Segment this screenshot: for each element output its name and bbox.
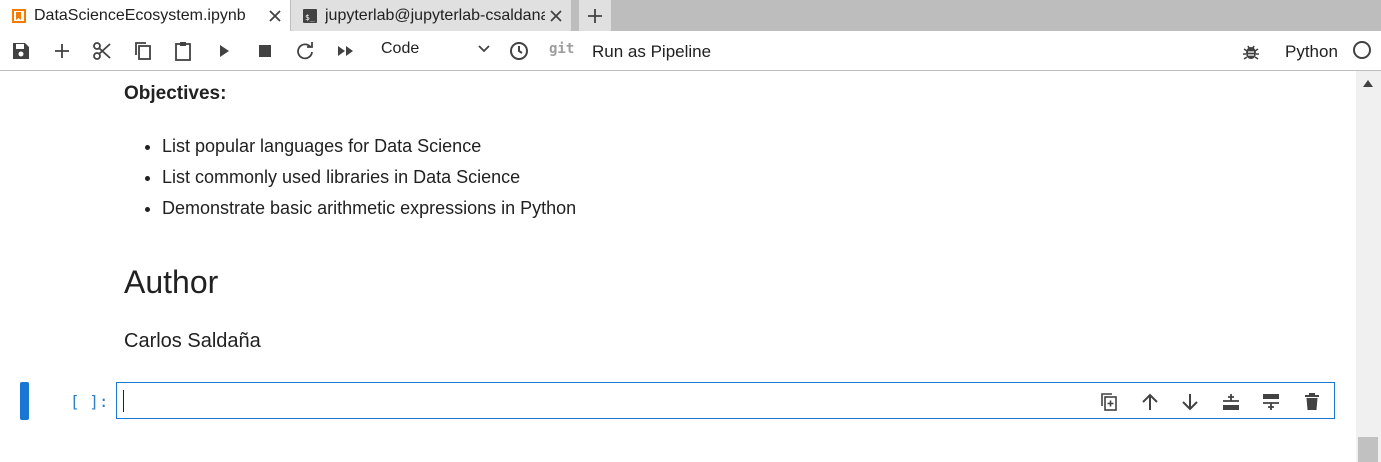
trash-icon <box>1305 393 1319 410</box>
author-heading: Author <box>124 264 219 300</box>
save-icon <box>13 43 29 59</box>
list-item: List commonly used libraries in Data Sci… <box>162 162 576 193</box>
scissors-icon <box>93 42 111 60</box>
close-icon[interactable] <box>547 7 565 25</box>
duplicate-cell-button[interactable] <box>1097 390 1121 414</box>
restart-button[interactable] <box>293 39 317 63</box>
notebook-toolbar: Code git Run as Pipeline Python <box>0 31 1381 71</box>
add-tab-button[interactable] <box>579 0 611 31</box>
notebook-icon <box>12 8 26 23</box>
arrow-up-icon <box>1142 393 1158 410</box>
move-down-button[interactable] <box>1178 390 1202 414</box>
objectives-list: List popular languages for Data Science … <box>124 131 576 224</box>
kernel-status-icon <box>1353 41 1371 59</box>
debugger-icon[interactable] <box>1242 43 1260 61</box>
cell-type-value: Code <box>381 40 420 57</box>
history-button[interactable] <box>507 39 531 63</box>
list-item: List popular languages for Data Science <box>162 131 576 162</box>
cell-prompt: [ ]: <box>70 392 109 411</box>
code-cell[interactable]: [ ]: <box>0 382 1356 422</box>
fast-forward-icon <box>338 46 353 56</box>
tab-notebook[interactable]: DataScienceEcosystem.ipynb <box>0 0 290 31</box>
restart-run-all-button[interactable] <box>334 39 358 63</box>
objectives-heading: Objectives: <box>124 83 227 104</box>
close-icon[interactable] <box>266 7 284 25</box>
delete-cell-button[interactable] <box>1300 390 1324 414</box>
cut-button[interactable] <box>90 39 114 63</box>
tab-terminal[interactable]: $_ jupyterlab@jupyterlab-csaldana <box>291 0 571 31</box>
copy-button[interactable] <box>131 39 155 63</box>
chevron-down-icon <box>477 42 491 56</box>
arrow-down-icon <box>1182 394 1198 411</box>
insert-below-icon <box>1263 394 1279 410</box>
clock-icon <box>510 42 528 60</box>
duplicate-icon <box>1101 393 1117 411</box>
insert-below-button[interactable] <box>1259 390 1283 414</box>
run-button[interactable] <box>212 39 236 63</box>
scrollbar-thumb[interactable] <box>1358 437 1378 462</box>
paste-button[interactable] <box>171 39 195 63</box>
tab-label: jupyterlab@jupyterlab-csaldana <box>325 6 545 24</box>
insert-above-icon <box>1223 394 1239 410</box>
plus-icon <box>588 8 602 23</box>
copy-icon <box>135 42 151 60</box>
notebook-panel: Objectives: List popular languages for D… <box>0 71 1356 462</box>
clipboard-icon <box>175 42 191 61</box>
author-name: Carlos Saldaña <box>124 330 261 352</box>
move-up-button[interactable] <box>1138 390 1162 414</box>
svg-text:$_: $_ <box>305 13 315 22</box>
refresh-icon <box>297 42 313 60</box>
run-pipeline-button[interactable]: Run as Pipeline <box>592 42 711 62</box>
insert-above-button[interactable] <box>1219 390 1243 414</box>
terminal-icon: $_ <box>303 8 317 23</box>
text-cursor <box>123 390 124 412</box>
tab-bar: DataScienceEcosystem.ipynb $_ jupyterlab… <box>0 0 1381 31</box>
code-editor[interactable] <box>116 382 1335 419</box>
cell-type-select[interactable]: Code <box>381 40 491 62</box>
interrupt-button[interactable] <box>253 39 277 63</box>
list-item: Demonstrate basic arithmetic expressions… <box>162 193 576 224</box>
git-button[interactable]: git <box>549 41 574 57</box>
save-button[interactable] <box>9 39 33 63</box>
vertical-scrollbar[interactable] <box>1356 71 1381 462</box>
play-icon <box>220 45 229 57</box>
tab-label: DataScienceEcosystem.ipynb <box>34 6 246 24</box>
plus-icon <box>55 44 69 58</box>
cell-collapser[interactable] <box>20 382 29 420</box>
stop-icon <box>259 45 271 57</box>
insert-cell-button[interactable] <box>50 39 74 63</box>
kernel-name[interactable]: Python <box>1285 42 1338 62</box>
scroll-up-icon[interactable] <box>1363 79 1373 87</box>
